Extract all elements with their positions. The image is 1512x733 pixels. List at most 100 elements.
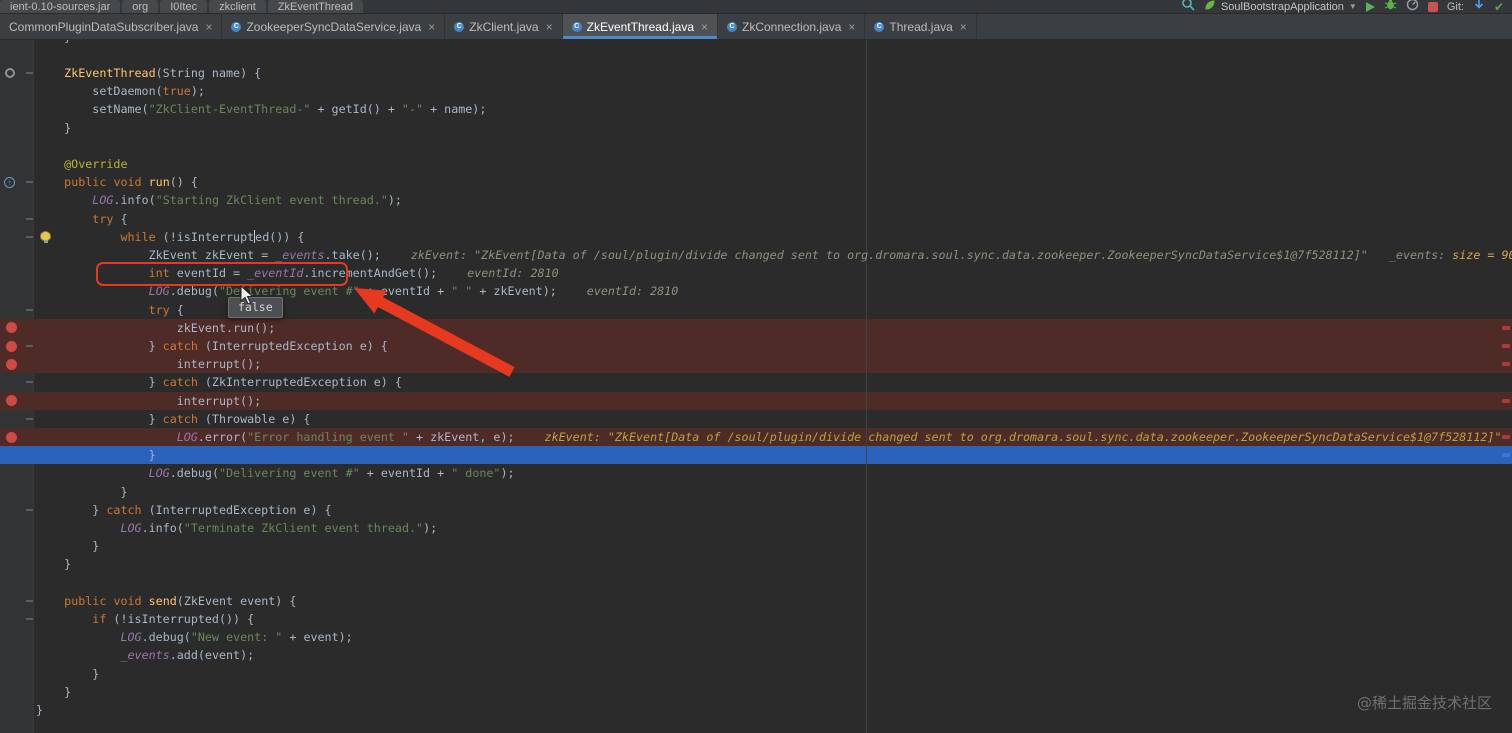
- annotation-red-box: [96, 262, 348, 286]
- code-line[interactable]: LOG.error("Error handling event " + zkEv…: [36, 428, 1502, 446]
- code-line[interactable]: }: [36, 683, 71, 701]
- code-line[interactable]: }: [36, 119, 71, 137]
- breadcrumb-item-i0itec[interactable]: I0Itec: [160, 0, 208, 13]
- code-line[interactable]: ZkEventThread(String name) {: [36, 64, 261, 82]
- editor-tabs: CommonPluginDataSubscriber.java × Zookee…: [0, 14, 1512, 40]
- update-project-icon[interactable]: [1473, 0, 1485, 13]
- editor-gutter: [0, 40, 34, 733]
- close-icon[interactable]: ×: [546, 21, 553, 33]
- stripe-mark[interactable]: [1502, 325, 1510, 330]
- breadcrumb-item-jar[interactable]: ient-0.10-sources.jar: [0, 0, 121, 13]
- chevron-down-icon: ▼: [1348, 2, 1357, 11]
- close-icon[interactable]: ×: [205, 21, 212, 33]
- code-line[interactable]: while (!isInterrupted()) {: [36, 228, 304, 246]
- code-line[interactable]: interrupt();: [36, 355, 261, 373]
- close-icon[interactable]: ×: [960, 21, 967, 33]
- breakpoint-icon[interactable]: [6, 340, 17, 352]
- stripe-mark[interactable]: [1502, 398, 1510, 403]
- class-icon: [454, 21, 465, 32]
- fold-marker[interactable]: [26, 181, 33, 184]
- code-editor[interactable]: } ZkEventThread(String name) { setDaemon…: [0, 40, 1512, 733]
- code-line[interactable]: }: [36, 40, 71, 46]
- right-margin-guide: [866, 40, 867, 733]
- breakpoint-icon[interactable]: [6, 358, 17, 370]
- code-line[interactable]: try {: [36, 210, 127, 228]
- debugger-inline-hint: _events:: [1367, 248, 1453, 262]
- debugger-inline-hint: zkEvent: "ZkEvent[Data of /soul/plugin/d…: [544, 430, 1502, 444]
- tab-common-plugin-data-subscriber[interactable]: CommonPluginDataSubscriber.java ×: [0, 14, 223, 39]
- tab-label: ZkEventThread.java: [586, 19, 694, 34]
- search-icon[interactable]: [1181, 0, 1195, 13]
- fold-marker[interactable]: [26, 217, 33, 220]
- code-line[interactable]: }: [36, 537, 99, 555]
- close-icon[interactable]: ×: [848, 21, 855, 33]
- code-line[interactable]: if (!isInterrupted()) {: [36, 610, 254, 628]
- tab-thread[interactable]: Thread.java ×: [865, 14, 977, 39]
- fold-marker[interactable]: [26, 72, 33, 74]
- code-line[interactable]: LOG.info("Terminate ZkClient event threa…: [36, 519, 437, 537]
- stripe-mark[interactable]: [1502, 344, 1510, 348]
- stripe-mark[interactable]: [1502, 453, 1510, 458]
- close-icon[interactable]: ×: [428, 21, 435, 33]
- code-line[interactable]: LOG.info("Starting ZkClient event thread…: [36, 191, 402, 209]
- stop-button[interactable]: [1427, 1, 1438, 12]
- fold-marker[interactable]: [26, 235, 33, 238]
- fold-marker[interactable]: [26, 508, 33, 511]
- fold-marker[interactable]: [26, 599, 33, 602]
- code-line[interactable]: } catch (InterruptedException e) {: [36, 337, 388, 355]
- member-icon[interactable]: [5, 68, 15, 78]
- class-icon: [727, 21, 738, 32]
- close-icon[interactable]: ×: [701, 21, 708, 33]
- fold-marker[interactable]: [26, 417, 33, 420]
- code-line[interactable]: LOG.debug("Delivering event #" + eventId…: [36, 464, 515, 482]
- tab-zk-event-thread[interactable]: ZkEventThread.java ×: [562, 14, 719, 39]
- code-line[interactable]: public void send(ZkEvent event) {: [36, 592, 296, 610]
- run-config-selector[interactable]: SoulBootstrapApplication ▼: [1204, 0, 1357, 13]
- breadcrumb-item-zkclient[interactable]: zkclient: [209, 0, 266, 13]
- code-line[interactable]: setDaemon(true);: [36, 82, 205, 100]
- code-line[interactable]: } catch (Throwable e) {: [36, 410, 311, 428]
- commit-icon[interactable]: ✔: [1494, 1, 1504, 13]
- tab-zookeeper-sync-data-service[interactable]: ZookeeperSyncDataService.java ×: [222, 14, 446, 39]
- watermark: @稀土掘金技术社区: [1356, 694, 1492, 712]
- annotation-red-arrow: [354, 288, 515, 377]
- code-line[interactable]: public void run() {: [36, 173, 198, 191]
- debug-button[interactable]: [1384, 0, 1397, 13]
- stripe-mark[interactable]: [1502, 435, 1510, 439]
- fold-marker[interactable]: [26, 381, 33, 384]
- fold-marker[interactable]: [26, 618, 33, 620]
- breadcrumb-item-zkeventthread[interactable]: ZkEventThread: [267, 0, 363, 13]
- code-line[interactable]: } catch (InterruptedException e) {: [36, 501, 331, 519]
- code-line[interactable]: setName("ZkClient-EventThread-" + getId(…: [36, 100, 486, 118]
- intention-bulb-icon[interactable]: [40, 230, 51, 243]
- debugger-inline-hint: zkEvent: "ZkEvent[Data of /soul/plugin/d…: [410, 248, 1368, 262]
- code-line[interactable]: LOG.debug("New event: " + event);: [36, 628, 352, 646]
- stripe-mark[interactable]: [1502, 362, 1510, 367]
- run-button[interactable]: [1365, 1, 1375, 12]
- code-line[interactable]: }: [36, 701, 43, 719]
- breadcrumb: ient-0.10-sources.jar org I0Itec zkclien…: [0, 0, 365, 13]
- tab-label: ZkConnection.java: [742, 19, 842, 34]
- code-line[interactable]: }: [36, 555, 71, 573]
- debugger-inline-hint: eventId: 2810: [586, 284, 679, 299]
- class-icon: [231, 21, 242, 32]
- class-icon: [874, 21, 885, 32]
- breakpoint-icon[interactable]: [6, 431, 17, 443]
- code-line[interactable]: interrupt();: [36, 392, 261, 410]
- code-line[interactable]: @Override: [36, 155, 127, 173]
- tab-zk-connection[interactable]: ZkConnection.java ×: [718, 14, 866, 39]
- profiler-button[interactable]: [1406, 0, 1419, 13]
- code-line[interactable]: }: [36, 483, 127, 501]
- code-line[interactable]: try {: [36, 301, 184, 319]
- code-line[interactable]: zkEvent.run();: [36, 319, 276, 337]
- tab-zk-client[interactable]: ZkClient.java ×: [445, 14, 563, 39]
- tab-label: CommonPluginDataSubscriber.java: [9, 19, 199, 34]
- code-line[interactable]: }: [36, 446, 156, 464]
- fold-marker[interactable]: [26, 308, 33, 311]
- code-line[interactable]: }: [36, 665, 99, 683]
- code-line[interactable]: _events.add(event);: [36, 646, 254, 664]
- overriding-method-icon[interactable]: [4, 176, 15, 188]
- fold-marker[interactable]: [26, 345, 33, 347]
- mouse-cursor: [240, 285, 254, 305]
- breadcrumb-item-org[interactable]: org: [122, 0, 159, 13]
